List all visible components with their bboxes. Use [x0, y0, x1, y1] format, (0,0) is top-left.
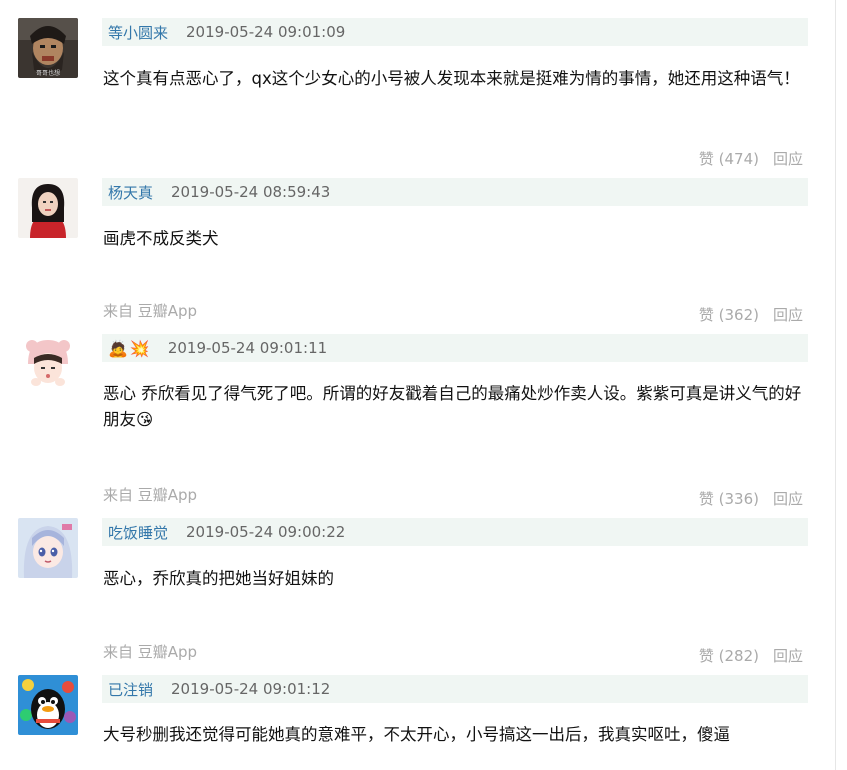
comment-meta: 等小圆来 2019-05-24 09:01:09	[102, 18, 808, 46]
comment-author-link[interactable]: 吃饭睡觉	[108, 522, 168, 543]
reply-button[interactable]: 回应	[773, 645, 803, 666]
comment-actions: 赞 (474) 回应	[699, 148, 803, 169]
comment-content: 恶心 乔欣看见了得气死了吧。所谓的好友戳着自己的最痛处炒作卖人设。紫紫可真是讲义…	[103, 381, 808, 433]
reply-button[interactable]: 回应	[773, 148, 803, 169]
like-button[interactable]: 赞 (336)	[699, 488, 759, 509]
comment-author-link[interactable]: 等小圆来	[108, 22, 168, 43]
comment-time: 2019-05-24 09:00:22	[186, 523, 346, 541]
scrollbar-track	[835, 0, 836, 770]
bearded-man-avatar[interactable]: 哥哥也想	[18, 18, 78, 78]
comment-content: 这个真有点恶心了，qx这个少女心的小号被人发现本来就是挺难为情的事情，她还用这种…	[103, 69, 800, 88]
svg-text:哥哥也想: 哥哥也想	[36, 69, 60, 77]
girl-pink-hat-avatar[interactable]	[18, 334, 78, 394]
comment-time: 2019-05-24 09:01:09	[186, 23, 346, 41]
collision-emoji-icon: 💥	[129, 338, 150, 358]
comment-author-link[interactable]: 已注销	[108, 679, 153, 700]
comment-meta: 🙇 💥 2019-05-24 09:01:11	[102, 334, 808, 362]
woman-red-top-avatar[interactable]	[18, 178, 78, 238]
like-button[interactable]: 赞 (474)	[699, 148, 759, 169]
comment-text: 恶心 乔欣看见了得气死了吧。所谓的好友戳着自己的最痛处炒作卖人设。紫紫可真是讲义…	[103, 384, 802, 429]
comment-actions: 赞 (282) 回应	[699, 645, 803, 666]
comment-time: 2019-05-24 09:01:12	[171, 680, 331, 698]
like-button[interactable]: 赞 (362)	[699, 304, 759, 325]
comment-actions: 赞 (362) 回应	[699, 304, 803, 325]
comment-source: 来自 豆瓣App	[103, 486, 198, 504]
comment-time: 2019-05-24 08:59:43	[171, 183, 331, 201]
comment-actions: 赞 (336) 回应	[699, 488, 803, 509]
comment-time: 2019-05-24 09:01:11	[167, 339, 328, 357]
reply-button[interactable]: 回应	[773, 304, 803, 325]
like-button[interactable]: 赞 (282)	[699, 645, 759, 666]
comment-meta: 吃饭睡觉 2019-05-24 09:00:22	[102, 518, 808, 546]
cartoon-penguin-avatar[interactable]	[18, 675, 78, 735]
kissing-face-emoji-icon: 😘	[136, 410, 154, 429]
comment-content: 恶心，乔欣真的把她当好姐妹的	[103, 569, 334, 588]
anime-girl-avatar[interactable]	[18, 518, 78, 578]
comment-content: 大号秒删我还觉得可能她真的意难平，不太开心，小号搞这一出后，我真实呕吐，傻逼	[103, 725, 730, 744]
comment-content: 画虎不成反类犬	[103, 229, 219, 248]
comment-author-link[interactable]: 杨天真	[108, 182, 153, 203]
comment-meta: 已注销 2019-05-24 09:01:12	[102, 675, 808, 703]
bowing-person-emoji-icon: 🙇	[108, 338, 128, 358]
comment-source: 来自 豆瓣App	[103, 302, 198, 320]
comment-author-emoji-name[interactable]: 🙇 💥	[108, 339, 150, 358]
comment-source: 来自 豆瓣App	[103, 643, 198, 661]
comment-meta: 杨天真 2019-05-24 08:59:43	[102, 178, 808, 206]
reply-button[interactable]: 回应	[773, 488, 803, 509]
